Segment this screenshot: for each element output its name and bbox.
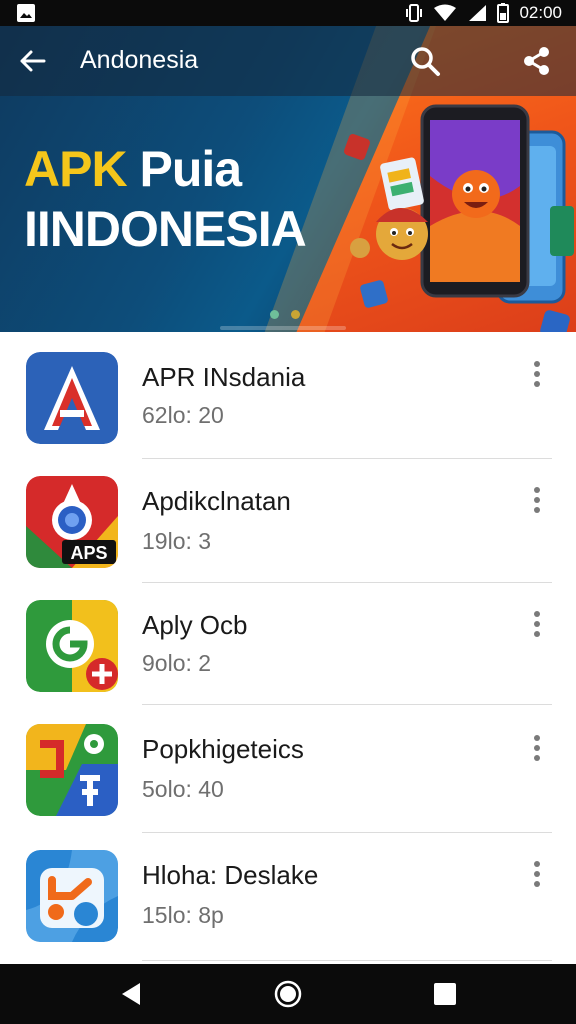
list-item[interactable]: APS Apdikclnatan 19lo: 3	[0, 458, 576, 583]
banner-scroll-indicator	[220, 326, 346, 330]
app-list: APR INsdania 62lo: 20 APS Apdikclnatan 1…	[0, 332, 576, 964]
more-vert-icon[interactable]	[524, 854, 550, 894]
arrow-back-icon[interactable]	[14, 42, 52, 80]
app-meta: 62lo: 20	[142, 402, 224, 428]
list-item[interactable]: Popkhigeteics 5olo: 40	[0, 706, 576, 833]
app-meta: 15lo: 8p	[142, 902, 224, 928]
app-name: Apdikclnatan	[142, 486, 291, 516]
banner-phones-illustration	[344, 104, 574, 332]
app-icon-map-pin	[26, 724, 118, 816]
app-meta: 9olo: 2	[142, 650, 212, 676]
app-meta: 19lo: 3	[142, 528, 212, 554]
banner-puia-text: Puia	[139, 141, 242, 197]
banner-headline: APK Puia	[24, 140, 242, 198]
banner-apk-text: APK	[24, 141, 128, 197]
wifi-icon	[434, 4, 457, 21]
status-icons: 02:00	[405, 0, 562, 26]
banner-page-dots	[270, 310, 300, 319]
list-item[interactable]: Aply Ocb 9olo: 2	[0, 582, 576, 706]
page-title: Andonesia	[80, 46, 199, 74]
app-icon-compass-aps: APS	[26, 476, 118, 568]
app-name: Hloha: Deslake	[142, 860, 319, 890]
app-icon-aps-text: APS	[70, 543, 107, 563]
status-bar: 02:00	[0, 0, 576, 26]
signal-icon	[469, 5, 487, 21]
battery-icon	[497, 3, 510, 23]
share-icon[interactable]	[518, 42, 556, 80]
image-notification-icon	[17, 4, 35, 22]
system-nav-bar	[0, 964, 576, 1024]
app-icon-orange-figure	[26, 850, 118, 942]
app-meta: 5olo: 40	[142, 776, 224, 802]
more-vert-icon[interactable]	[524, 728, 550, 768]
app-name: Aply Ocb	[142, 610, 248, 640]
vibrate-icon	[406, 4, 423, 22]
clock: 02:00	[519, 3, 562, 22]
divider	[142, 960, 552, 961]
more-vert-icon[interactable]	[524, 604, 550, 644]
app-icon-go-plus	[26, 600, 118, 692]
divider	[142, 704, 552, 705]
app-name: APR INsdania	[142, 362, 306, 392]
banner-subheadline: IINDONESIA	[24, 201, 307, 257]
search-icon[interactable]	[406, 42, 444, 80]
list-item[interactable]: Hloha: Deslake 15lo: 8p	[0, 832, 576, 961]
more-vert-icon[interactable]	[524, 354, 550, 394]
app-name: Popkhigeteics	[142, 734, 304, 764]
list-item[interactable]: APR INsdania 62lo: 20	[0, 332, 576, 459]
back-triangle-icon[interactable]	[116, 979, 146, 1009]
screen: 02:00 Andonesia APK Puia IINDONESIA APR …	[0, 0, 576, 1024]
recents-square-icon[interactable]	[430, 979, 460, 1009]
home-circle-icon[interactable]	[273, 979, 303, 1009]
more-vert-icon[interactable]	[524, 480, 550, 520]
banner: Andonesia APK Puia IINDONESIA	[0, 26, 576, 332]
app-icon-a-logo	[26, 352, 118, 444]
